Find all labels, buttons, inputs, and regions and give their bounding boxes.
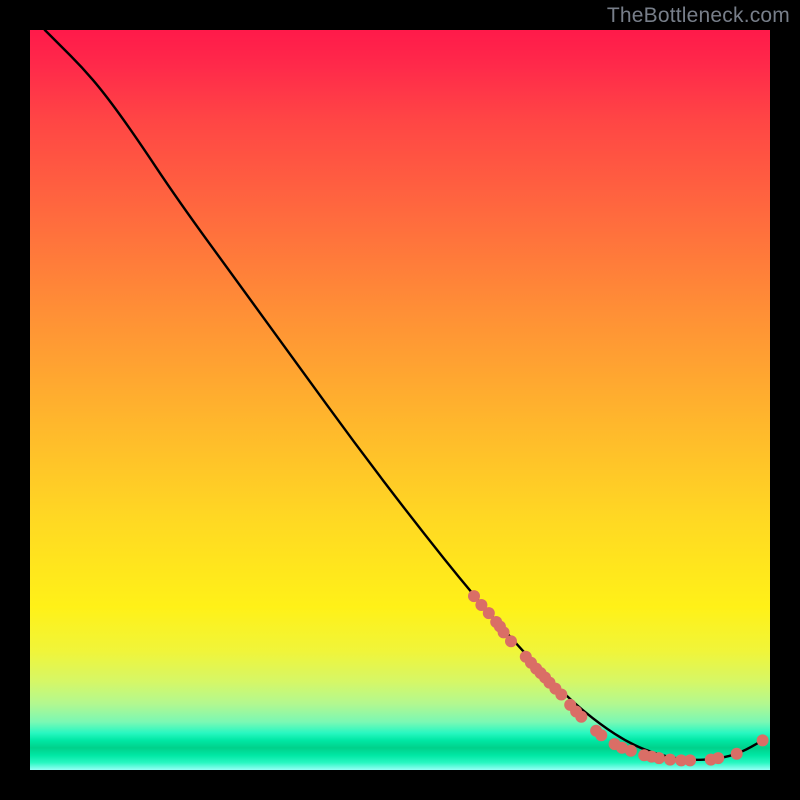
data-point xyxy=(712,752,724,764)
data-point xyxy=(555,689,567,701)
bottleneck-curve-line xyxy=(45,30,763,760)
data-point xyxy=(731,748,743,760)
data-point xyxy=(653,752,665,764)
watermark-text: TheBottleneck.com xyxy=(607,4,790,28)
data-point xyxy=(664,754,676,766)
data-point xyxy=(757,734,769,746)
data-point xyxy=(625,745,637,757)
data-point xyxy=(505,635,517,647)
chart-svg-overlay xyxy=(30,30,770,770)
data-point xyxy=(595,729,607,741)
chart-gradient-background xyxy=(30,30,770,770)
data-point xyxy=(575,711,587,723)
data-point xyxy=(684,754,696,766)
data-points-group xyxy=(468,590,769,766)
